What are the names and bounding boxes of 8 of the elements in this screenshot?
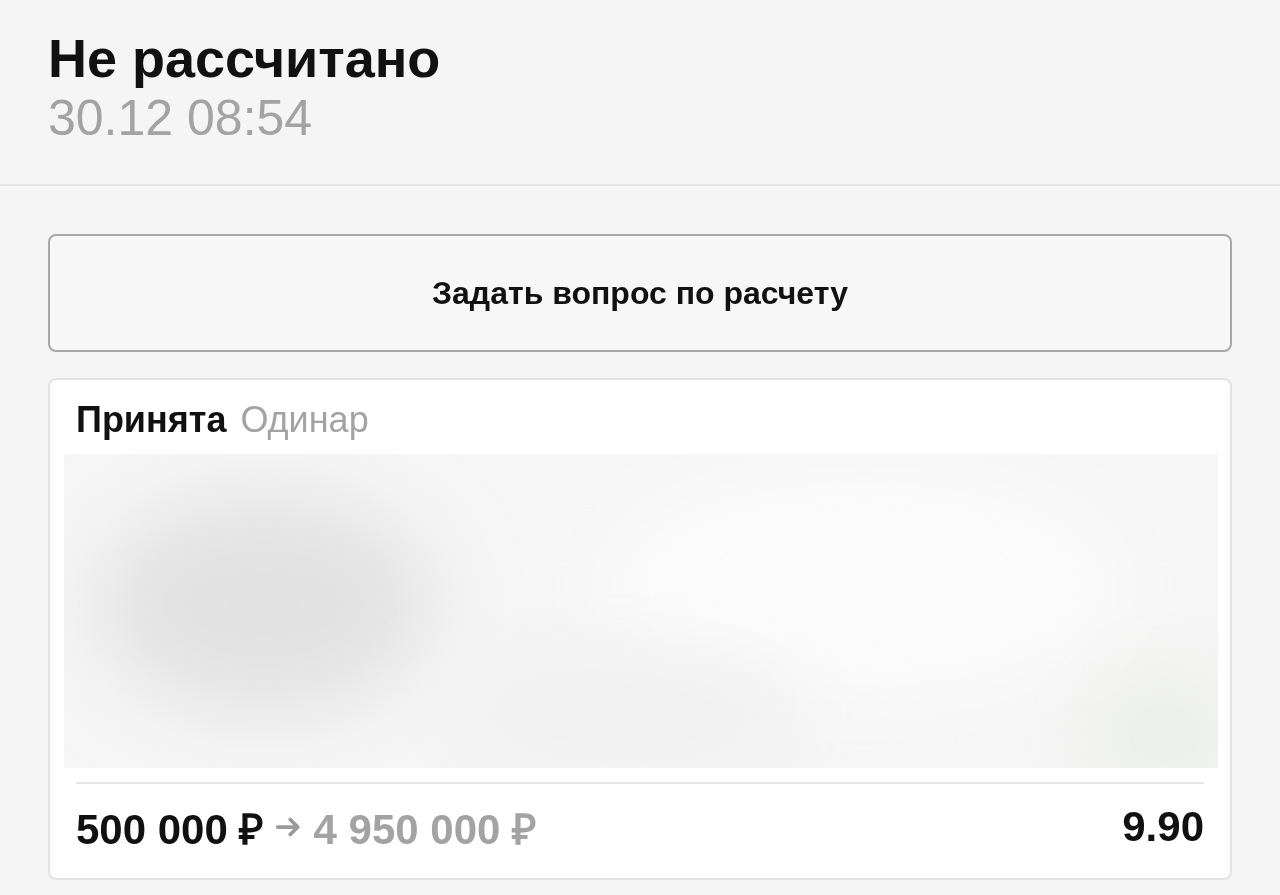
date-time: 30.12 08:54 <box>48 90 314 146</box>
bet-type: Одинар <box>240 398 369 442</box>
ask-question-button[interactable]: Задать вопрос по расчету <box>48 234 1232 352</box>
page-title: Не рассчитано <box>48 27 442 90</box>
stake-amount: 500 000 ₽ <box>76 804 264 855</box>
bet-status: Принята <box>76 398 227 442</box>
odds-value: 9.90 <box>1122 803 1204 851</box>
payout-amount: 4 950 000 ₽ <box>313 804 536 855</box>
